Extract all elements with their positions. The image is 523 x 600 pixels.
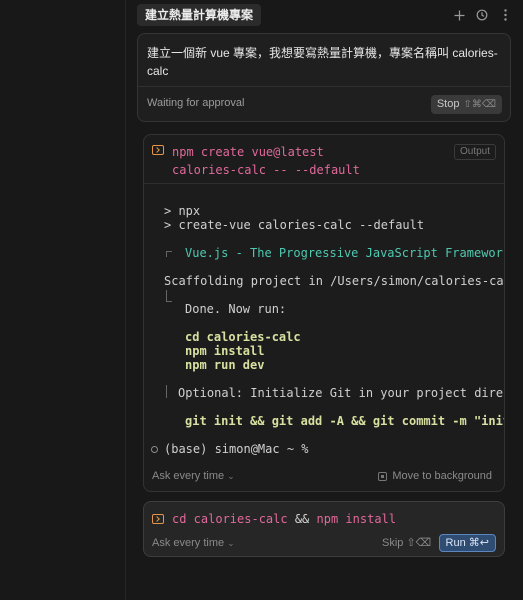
prompt-dot	[151, 446, 158, 453]
divider	[138, 86, 510, 87]
command-line-1: npm create vue@latest	[172, 145, 324, 159]
tree-corner	[166, 251, 172, 257]
stop-shortcut: ⇧⌘⌫	[463, 99, 496, 110]
terminal-command: npm create vue@latest calories-calc -- -…	[172, 143, 360, 179]
pending-command: cd calories-calc && npm install	[172, 511, 396, 527]
terminal-footer: Ask every time ⌄ Move to background	[144, 463, 504, 491]
output-line: Scaffolding project in /Users/simon/calo…	[164, 274, 505, 288]
ask-dropdown[interactable]: Ask every time ⌄	[152, 537, 235, 549]
run-button[interactable]: Run ⌘↩	[438, 534, 496, 552]
pending-cmd-op: &&	[294, 512, 310, 526]
output-line: Vue.js - The Progressive JavaScript Fram…	[185, 246, 505, 260]
chat-tab-title[interactable]: 建立熱量計算機專案	[137, 4, 262, 26]
ask-label: Ask every time	[152, 537, 225, 549]
command-line-2: calories-calc -- --default	[172, 163, 360, 177]
background-icon	[378, 471, 388, 481]
output-line: > create-vue calories-calc --default	[164, 218, 425, 232]
chat-header: 建立熱量計算機專案	[137, 4, 512, 26]
output-line: cd calories-calc	[185, 330, 301, 344]
plus-icon[interactable]	[452, 6, 466, 24]
skip-button[interactable]: Skip ⇧⌫	[382, 536, 431, 549]
stop-label: Stop	[436, 98, 460, 110]
move-to-background-label: Move to background	[392, 470, 492, 482]
chevron-down-icon: ⌄	[227, 538, 235, 548]
tree-corner	[166, 296, 172, 302]
header-actions	[452, 6, 512, 24]
ask-label: Ask every time	[152, 470, 225, 482]
terminal-icon	[152, 514, 164, 524]
stop-button[interactable]: Stop ⇧⌘⌫	[430, 95, 502, 114]
output-line: Done. Now run:	[185, 302, 287, 316]
output-button[interactable]: Output	[453, 144, 496, 160]
move-to-background-button[interactable]: Move to background	[378, 470, 492, 482]
pending-cmd-b: npm install	[316, 512, 396, 526]
output-line: npm run dev	[185, 358, 265, 372]
chat-panel: 建立熱量計算機專案 建立一個新 vue 專案，我想要寫熱量計算機，專案名稱叫 c…	[127, 0, 523, 600]
shell-prompt: (base) simon@Mac ~ %	[164, 442, 309, 456]
pending-command-card: cd calories-calc && npm install Ask ever…	[143, 501, 505, 557]
terminal-icon	[152, 145, 164, 155]
terminal-output: > npx > create-vue calories-calc --defau…	[144, 184, 505, 474]
tree-bar	[166, 385, 167, 398]
output-line: Optional: Initialize Git in your project…	[178, 386, 504, 400]
left-pane	[0, 0, 126, 600]
prompt-text: 建立一個新 vue 專案，我想要寫熱量計算機，專案名稱叫 calories-ca…	[147, 46, 498, 78]
ask-dropdown[interactable]: Ask every time ⌄	[152, 470, 235, 482]
chevron-down-icon: ⌄	[227, 471, 235, 481]
terminal-block: npm create vue@latest calories-calc -- -…	[143, 134, 505, 492]
output-line: git init && git add -A && git commit -m …	[185, 414, 504, 428]
more-icon[interactable]	[498, 6, 512, 24]
prompt-card: 建立一個新 vue 專案，我想要寫熱量計算機，專案名稱叫 calories-ca…	[137, 33, 511, 122]
output-line: > npx	[164, 204, 201, 218]
history-icon[interactable]	[475, 6, 489, 24]
pending-cmd-a: cd calories-calc	[172, 512, 288, 526]
output-line: npm install	[185, 344, 265, 358]
approval-status: Waiting for approval	[147, 97, 245, 109]
terminal-header: npm create vue@latest calories-calc -- -…	[144, 135, 504, 184]
